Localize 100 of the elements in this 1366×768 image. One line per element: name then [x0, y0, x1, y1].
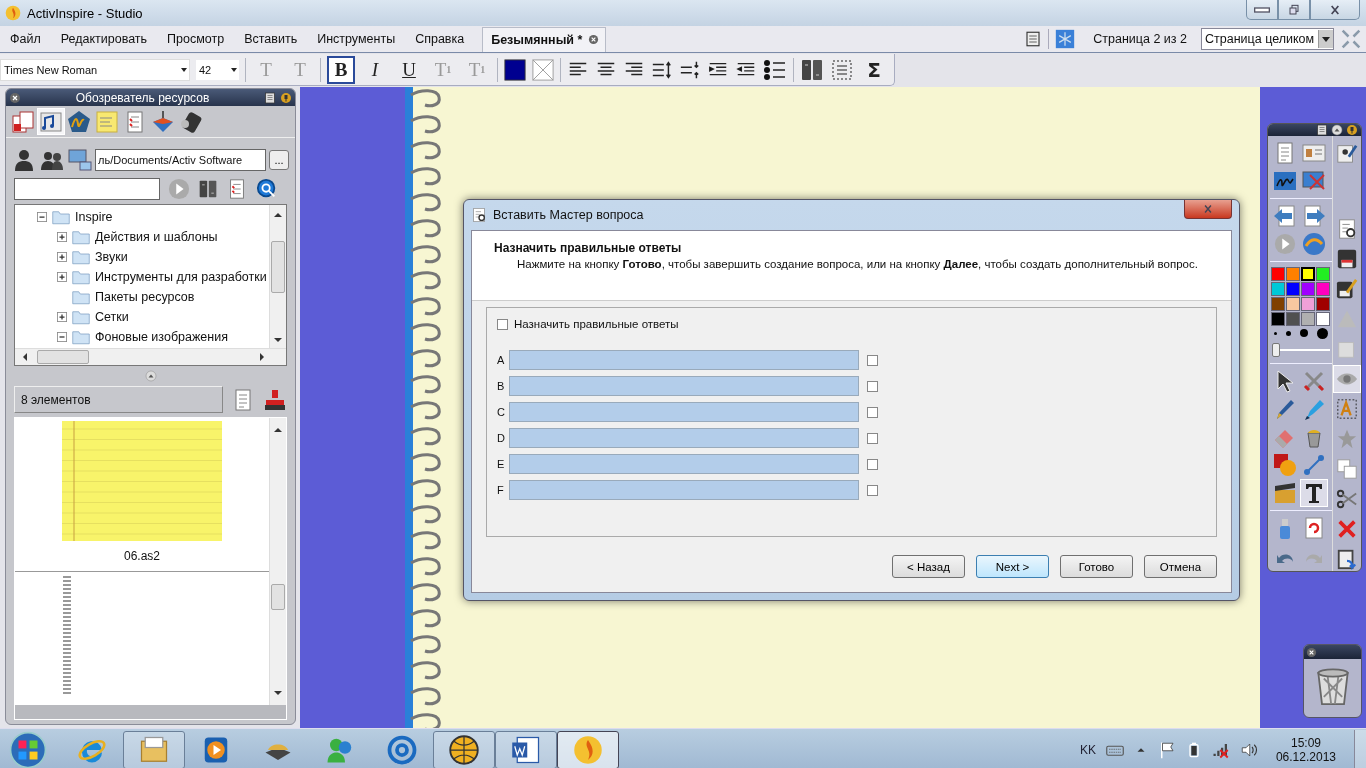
person-icon[interactable]: [12, 148, 36, 172]
search-icon[interactable]: [256, 178, 278, 200]
tool-button[interactable]: [1299, 479, 1328, 507]
font-size-dropdown[interactable]: 42: [196, 59, 239, 80]
stamp-icon[interactable]: [263, 387, 287, 412]
answer-field[interactable]: [509, 480, 859, 500]
bold-button[interactable]: B: [327, 55, 355, 84]
signature-icon[interactable]: [1272, 169, 1297, 193]
taskbar-button[interactable]: [123, 730, 185, 768]
close-button[interactable]: [1310, 0, 1360, 20]
answer-field[interactable]: [509, 428, 859, 448]
color-swatch[interactable]: [1286, 282, 1300, 296]
color-swatch[interactable]: [1316, 297, 1330, 311]
close-icon[interactable]: [9, 91, 21, 104]
pen-size-dot[interactable]: [1286, 330, 1292, 336]
resource-tab[interactable]: [9, 108, 37, 135]
scrollbar[interactable]: [15, 348, 286, 365]
equation-button[interactable]: Σ: [860, 55, 888, 84]
taskbar-button[interactable]: [557, 730, 619, 768]
play-icon[interactable]: [168, 178, 190, 200]
color-swatch[interactable]: [1316, 312, 1330, 326]
dialog-button[interactable]: Next >: [976, 555, 1049, 578]
expand-icon[interactable]: [57, 272, 67, 282]
fill-swatch-icon[interactable]: [504, 58, 526, 81]
keypad-icon[interactable]: [800, 57, 824, 82]
page-icon[interactable]: [264, 91, 276, 104]
collapse-icon[interactable]: [37, 212, 47, 222]
scrollbar[interactable]: [269, 205, 286, 348]
bullet-list-icon[interactable]: [763, 57, 787, 82]
color-swatch[interactable]: [1301, 267, 1315, 281]
fullscreen-icon[interactable]: [1340, 29, 1362, 49]
path-field[interactable]: ль/Documents/Activ Software: [95, 149, 266, 171]
taskbar-button[interactable]: [495, 730, 557, 768]
checkbox[interactable]: [497, 318, 508, 330]
collapse-panel-icon[interactable]: [144, 370, 157, 382]
show-desktop-button[interactable]: [1354, 729, 1366, 768]
menu-item[interactable]: Вставить: [234, 32, 308, 46]
pin-icon[interactable]: [1346, 124, 1358, 136]
checkbox[interactable]: [867, 432, 878, 444]
answer-field[interactable]: [509, 402, 859, 422]
language-indicator[interactable]: KK: [1079, 742, 1096, 757]
checkbox[interactable]: [867, 380, 878, 392]
answer-field[interactable]: [509, 454, 859, 474]
thickness-slider[interactable]: [1270, 342, 1332, 358]
color-swatch[interactable]: [1286, 267, 1300, 281]
checkbox[interactable]: [867, 406, 878, 418]
next-page-icon[interactable]: [1301, 204, 1326, 228]
color-swatch[interactable]: [1271, 297, 1285, 311]
answer-field[interactable]: [509, 376, 859, 396]
pen-size-dot[interactable]: [1274, 331, 1278, 335]
close-button[interactable]: [1184, 200, 1232, 219]
expand-icon[interactable]: [57, 312, 67, 322]
tree-item[interactable]: Inspire: [75, 210, 113, 224]
dotted-box-icon[interactable]: [830, 57, 854, 82]
color-swatch[interactable]: [1271, 282, 1285, 296]
underline-button[interactable]: U: [395, 55, 423, 84]
lined-paper-thumbnail[interactable]: [62, 421, 222, 541]
dialog-button[interactable]: Отмена: [1144, 555, 1217, 578]
clock[interactable]: 15:09 06.12.2013: [1275, 735, 1336, 764]
italic-button[interactable]: I: [361, 55, 389, 84]
page-icon[interactable]: [1024, 30, 1043, 48]
close-icon[interactable]: [1305, 646, 1317, 658]
tree-item[interactable]: Действия и шаблоны: [95, 230, 218, 244]
color-swatch[interactable]: [1286, 297, 1300, 311]
answer-field[interactable]: [509, 350, 859, 370]
swirl-globe-icon[interactable]: [1301, 232, 1326, 256]
color-swatch[interactable]: [1271, 312, 1285, 326]
menu-item[interactable]: Файл: [0, 32, 51, 46]
menu-item[interactable]: Редактировать: [50, 32, 158, 46]
tree-item[interactable]: Фоновые изображения: [95, 330, 228, 344]
collapse-icon[interactable]: [1331, 124, 1343, 136]
color-swatch[interactable]: [1301, 282, 1315, 296]
no-fill-icon[interactable]: [532, 58, 554, 81]
previous-page-icon[interactable]: [1272, 204, 1297, 228]
checkbox[interactable]: [867, 484, 878, 496]
tree-item[interactable]: Инструменты для разработки: [95, 270, 267, 284]
checkbox[interactable]: [867, 458, 878, 470]
checkbox[interactable]: [867, 354, 878, 366]
line-spacing-icon[interactable]: [651, 58, 673, 81]
play-icon[interactable]: [1273, 233, 1296, 255]
color-swatch[interactable]: [1316, 267, 1330, 281]
minimize-button[interactable]: [1246, 0, 1278, 20]
color-swatch[interactable]: [1286, 312, 1300, 326]
resource-tab[interactable]: [65, 108, 93, 135]
pin-icon[interactable]: [280, 91, 292, 104]
pen-size-dot[interactable]: [1299, 329, 1308, 337]
color-swatch[interactable]: [1271, 267, 1285, 281]
zoom-dropdown[interactable]: Страница целиком: [1201, 28, 1334, 50]
dialog-button[interactable]: < Назад: [892, 555, 965, 578]
pen-size-dot[interactable]: [1316, 327, 1328, 339]
browse-button[interactable]: ...: [269, 150, 289, 170]
color-swatch[interactable]: [1301, 312, 1315, 326]
tree-item[interactable]: Звуки: [95, 250, 128, 264]
keypad-icon[interactable]: [198, 178, 218, 200]
restore-button[interactable]: [1278, 0, 1310, 20]
page-icon[interactable]: [1316, 124, 1328, 136]
taskbar-button[interactable]: [433, 730, 495, 768]
start-icon[interactable]: [9, 730, 47, 768]
menu-item[interactable]: Инструменты: [307, 32, 406, 46]
color-swatch[interactable]: [1301, 297, 1315, 311]
